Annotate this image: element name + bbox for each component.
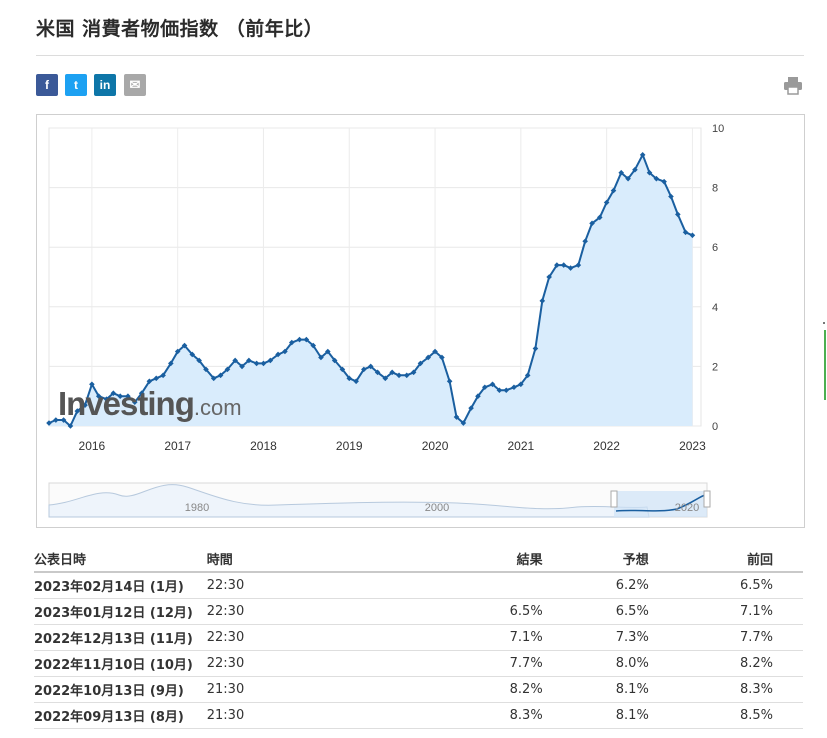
row-date: 2022年11月10日 (10月) xyxy=(34,650,207,677)
row-time: 22:30 xyxy=(206,624,380,651)
row-date: 2022年09月13日 (8月) xyxy=(34,702,207,729)
print-button[interactable] xyxy=(783,75,803,95)
page-edge-mark xyxy=(823,322,825,324)
row-time: 21:30 xyxy=(206,702,380,729)
row-actual: 8.3% xyxy=(379,702,543,729)
x-tick-label: 2019 xyxy=(336,439,363,453)
x-tick-label: 2016 xyxy=(79,439,106,453)
row-previous: 7.7% xyxy=(648,624,803,651)
facebook-share-button[interactable]: f xyxy=(36,74,58,96)
table-row: 2022年09月13日 (8月) 21:30 8.3% 8.1% 8.5% xyxy=(34,702,803,729)
linkedin-icon: in xyxy=(99,78,111,92)
row-forecast: 8.1% xyxy=(542,702,649,729)
table-row: 2023年01月12日 (12月) 22:30 6.5% 6.5% 7.1% xyxy=(34,598,803,625)
x-tick-label: 2018 xyxy=(250,439,277,453)
y-tick-label: 0 xyxy=(712,421,718,433)
row-time: 22:30 xyxy=(206,572,380,599)
y-tick-label: 2 xyxy=(712,361,718,373)
header-date: 公表日時 xyxy=(34,546,207,573)
navigator-tick-label: 1980 xyxy=(185,502,209,514)
row-forecast: 8.0% xyxy=(542,650,649,677)
row-forecast: 7.3% xyxy=(542,624,649,651)
x-tick-label: 2023 xyxy=(679,439,706,453)
y-tick-label: 10 xyxy=(712,123,724,135)
row-time: 22:30 xyxy=(206,650,380,677)
table-row: 2022年12月13日 (11月) 22:30 7.1% 7.3% 7.7% xyxy=(34,624,803,651)
row-previous: 8.3% xyxy=(648,676,803,703)
x-tick-label: 2022 xyxy=(593,439,620,453)
x-tick-label: 2021 xyxy=(507,439,534,453)
header-previous: 前回 xyxy=(648,546,803,573)
row-time: 22:30 xyxy=(206,598,380,625)
row-previous: 8.5% xyxy=(648,702,803,729)
email-share-button[interactable]: ✉ xyxy=(124,74,146,96)
row-date: 2022年10月13日 (9月) xyxy=(34,676,207,703)
y-tick-label: 4 xyxy=(712,302,718,314)
x-tick-label: 2017 xyxy=(164,439,191,453)
twitter-icon: t xyxy=(74,78,78,92)
page-edge-bar xyxy=(824,330,826,400)
header-time: 時間 xyxy=(206,546,380,573)
row-forecast: 6.2% xyxy=(542,572,649,599)
navigator-right-handle[interactable] xyxy=(703,490,711,508)
row-previous: 6.5% xyxy=(648,572,803,599)
row-actual: 8.2% xyxy=(379,676,543,703)
row-date: 2023年02月14日 (1月) xyxy=(34,572,207,599)
row-actual xyxy=(379,572,543,599)
investing-watermark: Investing.com xyxy=(58,385,242,422)
row-actual: 6.5% xyxy=(379,598,543,625)
row-actual: 7.1% xyxy=(379,624,543,651)
email-icon: ✉ xyxy=(129,77,141,92)
navigator-tick-label: 2000 xyxy=(425,502,449,514)
facebook-icon: f xyxy=(45,78,49,92)
y-tick-label: 8 xyxy=(712,183,718,195)
table-header-row: 公表日時 時間 結果 予想 前回 xyxy=(34,546,803,573)
row-forecast: 6.5% xyxy=(542,598,649,625)
release-table: 公表日時 時間 結果 予想 前回 2023年02月14日 (1月) 22:30 6.… xyxy=(34,546,803,729)
row-time: 21:30 xyxy=(206,676,380,703)
row-date: 2022年12月13日 (11月) xyxy=(34,624,207,651)
twitter-share-button[interactable]: t xyxy=(65,74,87,96)
chart-container: 0 2 4 6 8 10 2016 2017 2018 2019 2020 2021 2022 2023 1… xyxy=(36,114,805,528)
linkedin-share-button[interactable]: in xyxy=(94,74,116,96)
row-previous: 7.1% xyxy=(648,598,803,625)
row-actual: 7.7% xyxy=(379,650,543,677)
page-title: 米国 消費者物価指数 （前年比） xyxy=(36,18,324,40)
x-tick-label: 2020 xyxy=(422,439,449,453)
print-icon xyxy=(784,77,802,95)
navigator-left-handle[interactable] xyxy=(610,490,618,508)
table-row: 2022年11月10日 (10月) 22:30 7.7% 8.0% 8.2% xyxy=(34,650,803,677)
title-divider xyxy=(36,55,804,56)
cpi-chart[interactable]: 0 2 4 6 8 10 2016 2017 2018 2019 2020 2021 2022 2023 1… xyxy=(37,115,804,527)
header-actual: 結果 xyxy=(379,546,543,573)
navigator-tick-label: 2020 xyxy=(675,502,699,514)
table-row: 2023年02月14日 (1月) 22:30 6.2% 6.5% xyxy=(34,572,803,599)
row-previous: 8.2% xyxy=(648,650,803,677)
row-date: 2023年01月12日 (12月) xyxy=(34,598,207,625)
header-forecast: 予想 xyxy=(542,546,649,573)
table-row: 2022年10月13日 (9月) 21:30 8.2% 8.1% 8.3% xyxy=(34,676,803,703)
row-forecast: 8.1% xyxy=(542,676,649,703)
y-tick-label: 6 xyxy=(712,242,718,254)
